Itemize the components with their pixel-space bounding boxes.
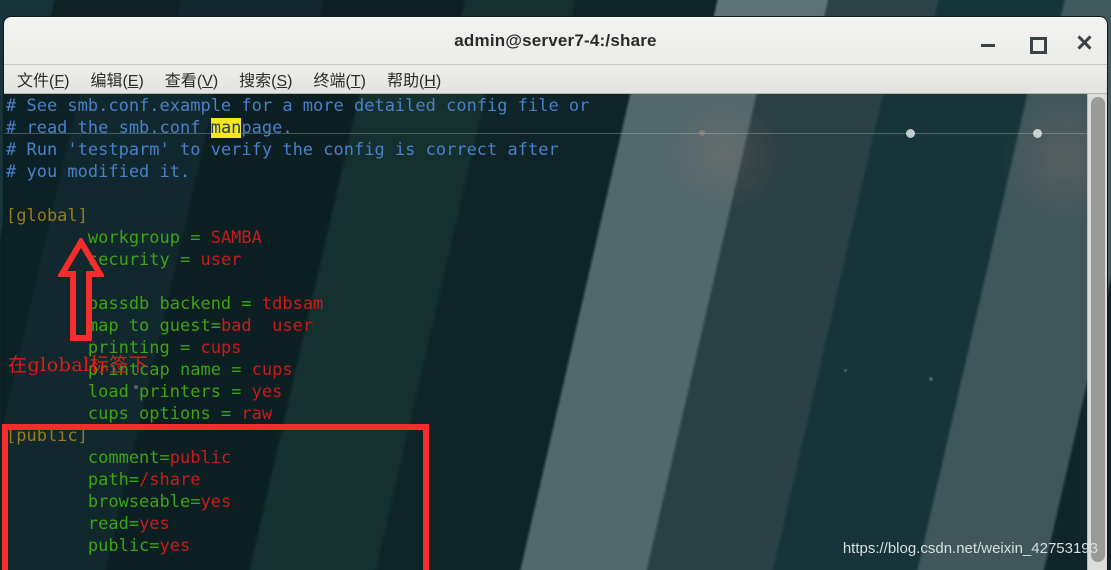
terminal-config-key: public= bbox=[6, 536, 160, 556]
terminal-config-value: yes bbox=[200, 492, 232, 512]
wallpaper-dot-3 bbox=[1033, 129, 1042, 138]
menu-search-accel: S bbox=[276, 73, 288, 90]
terminal-config-key: cups options = bbox=[6, 404, 242, 424]
menu-item-edit[interactable]: 编辑(E) bbox=[90, 67, 143, 91]
terminal-config-value: yes bbox=[251, 382, 283, 402]
wallpaper-dot-5 bbox=[929, 377, 933, 381]
terminal-config-key: comment= bbox=[6, 448, 170, 468]
menu-item-file[interactable]: 文件(F) bbox=[17, 67, 69, 91]
terminal-config-key: read= bbox=[6, 514, 140, 534]
menu-edit-accel: E bbox=[127, 73, 139, 90]
search-highlight: man bbox=[210, 118, 242, 138]
menu-view-accel: V bbox=[202, 73, 213, 90]
menu-help-text: 帮助 bbox=[386, 73, 419, 90]
terminal-section-header: [public] bbox=[6, 426, 88, 446]
terminal-config-key: security = bbox=[6, 250, 201, 270]
close-button[interactable] bbox=[1075, 33, 1093, 51]
menu-item-help[interactable]: 帮助(H) bbox=[387, 67, 441, 91]
terminal-config-value: public bbox=[169, 448, 232, 468]
terminal-comment-line: # See smb.conf.example for a more detail… bbox=[6, 96, 590, 116]
menu-file-accel: F bbox=[54, 73, 65, 90]
window-titlebar[interactable]: admin@server7-4:/share bbox=[4, 17, 1107, 64]
menu-item-search[interactable]: 搜索(S) bbox=[239, 67, 292, 91]
menu-terminal-text: 终端 bbox=[313, 73, 346, 90]
terminal-config-value: user bbox=[200, 250, 242, 270]
chinese-annotation-text: 在global标签下 bbox=[8, 354, 149, 376]
terminal-config-value: cups bbox=[200, 338, 242, 358]
terminal-comment-line: # Run 'testparm' to verify the config is… bbox=[6, 140, 559, 160]
terminal-config-value: yes bbox=[139, 514, 170, 534]
terminal-config-value: raw bbox=[241, 404, 273, 424]
terminal-config-key: load printers = bbox=[6, 382, 252, 402]
maximize-button[interactable] bbox=[1027, 33, 1047, 54]
wallpaper-dot-2 bbox=[906, 129, 915, 138]
terminal-body[interactable]: # See smb.conf.example for a more detail… bbox=[4, 94, 1107, 570]
terminal-config-key: browseable= bbox=[6, 492, 201, 512]
menu-view-text: 查看 bbox=[164, 73, 197, 90]
terminal-comment-line: # you modified it. bbox=[6, 162, 191, 182]
terminal-text-content: # See smb.conf.example for a more detail… bbox=[4, 94, 589, 557]
terminal-config-key: passdb backend = bbox=[6, 294, 262, 314]
window-controls bbox=[979, 18, 1093, 65]
menu-help-accel: H bbox=[424, 73, 436, 90]
terminal-config-value: SAMBA bbox=[210, 228, 262, 248]
terminal-window: admin@server7-4:/share 文件(F) 编辑(E) 查看(V)… bbox=[4, 17, 1107, 570]
menu-item-view[interactable]: 查看(V) bbox=[165, 67, 218, 91]
terminal-config-key: workgroup = bbox=[6, 228, 211, 248]
menu-search-text: 搜索 bbox=[239, 73, 272, 90]
menubar: 文件(F) 编辑(E) 查看(V) 搜索(S) 终端(T) 帮助(H) bbox=[4, 64, 1107, 94]
terminal-config-key: map to guest= bbox=[6, 316, 221, 336]
desktop-background: admin@server7-4:/share 文件(F) 编辑(E) 查看(V)… bbox=[0, 0, 1111, 570]
window-title: admin@server7-4:/share bbox=[454, 31, 657, 50]
wallpaper-dot-6 bbox=[844, 369, 847, 372]
terminal-config-value: cups bbox=[251, 360, 293, 380]
wallpaper-glow-1 bbox=[664, 94, 784, 214]
menu-edit-text: 编辑 bbox=[90, 73, 123, 90]
terminal-config-value: bad user bbox=[220, 316, 314, 336]
terminal-scrollbar[interactable] bbox=[1087, 94, 1107, 570]
terminal-config-value: yes bbox=[159, 536, 191, 556]
wallpaper-dot-4 bbox=[699, 130, 705, 136]
watermark-url: https://blog.csdn.net/weixin_42753193 bbox=[842, 540, 1098, 557]
menu-file-text: 文件 bbox=[17, 73, 50, 90]
minimize-button[interactable] bbox=[979, 33, 997, 51]
menu-terminal-accel: T bbox=[350, 73, 361, 90]
scrollbar-thumb[interactable] bbox=[1091, 97, 1105, 562]
terminal-config-value: /share bbox=[139, 470, 201, 490]
menu-item-terminal[interactable]: 终端(T) bbox=[313, 67, 365, 91]
terminal-comment-line: # read the smb.conf bbox=[6, 118, 211, 138]
terminal-comment-line: page. bbox=[241, 118, 293, 138]
terminal-section-header: [global] bbox=[6, 206, 88, 226]
terminal-config-key: path= bbox=[6, 470, 140, 490]
terminal-config-value: tdbsam bbox=[261, 294, 324, 314]
